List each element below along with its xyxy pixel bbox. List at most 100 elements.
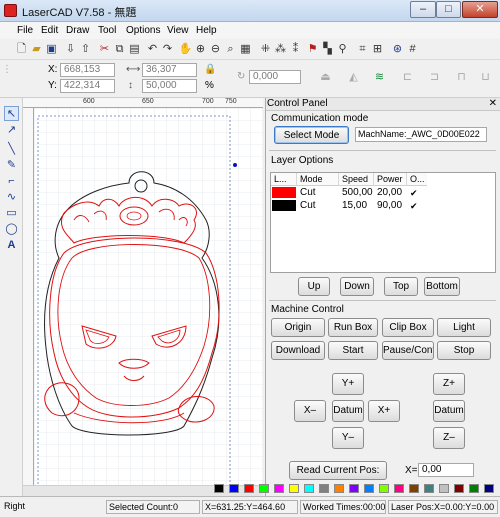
undo-icon[interactable]: ↶: [145, 42, 160, 57]
align-top-icon[interactable]: ⊓: [454, 70, 469, 85]
x-pos-input[interactable]: 0,00: [418, 463, 474, 477]
stop-button[interactable]: Stop: [437, 341, 491, 360]
layer-stack-icon[interactable]: ≋: [372, 70, 387, 85]
zoom-page-icon[interactable]: ▦: [238, 42, 253, 57]
curve-tool-icon[interactable]: ∿: [4, 190, 19, 205]
palette-color-swatch[interactable]: [484, 484, 494, 493]
node-edit-icon[interactable]: ⁜: [258, 42, 273, 57]
drawing-canvas[interactable]: [34, 108, 263, 485]
close-button[interactable]: ✕: [462, 1, 498, 18]
copy-icon[interactable]: ⧉: [112, 42, 127, 57]
rotate-input[interactable]: 0,000: [249, 70, 301, 84]
align-icon[interactable]: ⊞: [370, 42, 385, 57]
start-button[interactable]: Start: [328, 341, 378, 360]
palette-color-swatch[interactable]: [319, 484, 329, 493]
read-current-pos-button[interactable]: Read Current Pos:: [289, 461, 387, 480]
align-bottom-icon[interactable]: ⊔: [478, 70, 493, 85]
datum-button[interactable]: Datum: [332, 400, 364, 422]
grid-icon[interactable]: #: [405, 42, 420, 57]
palette-color-swatch[interactable]: [244, 484, 254, 493]
laser-icon[interactable]: ⚑: [305, 42, 320, 57]
table-row[interactable]: Cut 500,00 20,00 ✔: [271, 187, 495, 199]
pen-tool-icon[interactable]: ✎: [4, 158, 19, 173]
mirror-v-icon[interactable]: ◭: [346, 70, 361, 85]
layer-top-button[interactable]: Top: [384, 277, 418, 296]
cut-icon[interactable]: ✂: [97, 42, 112, 57]
zoom-in-icon[interactable]: ⊕: [193, 42, 208, 57]
width-input[interactable]: 36,307: [142, 63, 197, 77]
panel-close-icon[interactable]: ✕: [489, 98, 497, 109]
palette-color-swatch[interactable]: [289, 484, 299, 493]
rectangle-tool-icon[interactable]: ▭: [4, 206, 19, 221]
select-mode-button[interactable]: Select Mode: [274, 126, 349, 144]
menu-edit[interactable]: Edit: [41, 25, 58, 36]
run-box-button[interactable]: Run Box: [328, 318, 378, 337]
download-button[interactable]: Download: [271, 341, 325, 360]
text-tool-icon[interactable]: A: [4, 238, 19, 253]
minimize-button[interactable]: –: [410, 1, 436, 18]
array-icon[interactable]: ⌗: [355, 42, 370, 57]
layer-up-button[interactable]: Up: [298, 277, 330, 296]
join-icon[interactable]: ⁑: [288, 42, 303, 57]
fit-icon[interactable]: ▚: [320, 42, 335, 57]
select-arrow-icon[interactable]: ↖: [4, 106, 19, 121]
z-plus-button[interactable]: Z+: [433, 373, 465, 395]
light-button[interactable]: Light: [437, 318, 491, 337]
align-left-icon[interactable]: ⊏: [400, 70, 415, 85]
palette-color-swatch[interactable]: [409, 484, 419, 493]
lock-ratio-icon[interactable]: 🔒: [204, 64, 216, 75]
palette-color-swatch[interactable]: [334, 484, 344, 493]
x-plus-button[interactable]: X+: [368, 400, 400, 422]
palette-color-swatch[interactable]: [424, 484, 434, 493]
node-tool-icon[interactable]: ↗: [4, 123, 19, 138]
height-input[interactable]: 50,000: [142, 79, 197, 93]
maximize-button[interactable]: □: [436, 1, 461, 18]
polyline-tool-icon[interactable]: ⌐: [4, 174, 19, 189]
y-plus-button[interactable]: Y+: [332, 373, 364, 395]
search-path-icon[interactable]: ⚲: [335, 42, 350, 57]
palette-color-swatch[interactable]: [454, 484, 464, 493]
import-icon[interactable]: ⇩: [63, 42, 78, 57]
layer-down-button[interactable]: Down: [340, 277, 374, 296]
palette-color-swatch[interactable]: [274, 484, 284, 493]
z-minus-button[interactable]: Z–: [433, 427, 465, 449]
y-position-input[interactable]: 422,314: [60, 79, 115, 93]
palette-color-swatch[interactable]: [394, 484, 404, 493]
export-icon[interactable]: ⇧: [78, 42, 93, 57]
pan-hand-icon[interactable]: ✋: [178, 42, 193, 57]
x-minus-button[interactable]: X–: [294, 400, 326, 422]
menu-draw[interactable]: Draw: [66, 25, 89, 36]
palette-color-swatch[interactable]: [364, 484, 374, 493]
x-position-input[interactable]: 668,153: [60, 63, 115, 77]
palette-color-swatch[interactable]: [259, 484, 269, 493]
new-file-icon[interactable]: 🗋: [14, 42, 29, 57]
table-row[interactable]: Cut 15,00 90,00 ✔: [271, 200, 495, 212]
line-tool-icon[interactable]: ╲: [4, 142, 19, 157]
palette-color-swatch[interactable]: [379, 484, 389, 493]
palette-color-swatch[interactable]: [349, 484, 359, 493]
z-datum-button[interactable]: Datum: [433, 400, 465, 422]
menu-help[interactable]: Help: [196, 25, 217, 36]
menu-file[interactable]: File: [17, 25, 33, 36]
palette-color-swatch[interactable]: [439, 484, 449, 493]
menu-options[interactable]: Options: [126, 25, 160, 36]
origin-button[interactable]: Origin: [271, 318, 325, 337]
mirror-h-icon[interactable]: ⏏: [318, 70, 333, 85]
menu-tool[interactable]: Tool: [98, 25, 116, 36]
layer-output-checkbox[interactable]: ✔: [410, 201, 420, 211]
save-icon[interactable]: ▣: [44, 42, 59, 57]
align-center-icon[interactable]: ⊐: [427, 70, 442, 85]
break-icon[interactable]: ⁂: [273, 42, 288, 57]
zoom-window-icon[interactable]: ⌕: [223, 42, 238, 57]
redo-icon[interactable]: ↷: [160, 42, 175, 57]
paste-icon[interactable]: ▤: [127, 42, 142, 57]
palette-color-swatch[interactable]: [304, 484, 314, 493]
ellipse-tool-icon[interactable]: ◯: [4, 222, 19, 237]
open-file-icon[interactable]: ▰: [29, 42, 44, 57]
layer-output-checkbox[interactable]: ✔: [410, 188, 420, 198]
palette-color-swatch[interactable]: [229, 484, 239, 493]
menu-view[interactable]: View: [167, 25, 189, 36]
zoom-out-icon[interactable]: ⊖: [208, 42, 223, 57]
pause-continue-button[interactable]: Pause/Continue: [382, 341, 434, 360]
clip-box-button[interactable]: Clip Box: [382, 318, 434, 337]
